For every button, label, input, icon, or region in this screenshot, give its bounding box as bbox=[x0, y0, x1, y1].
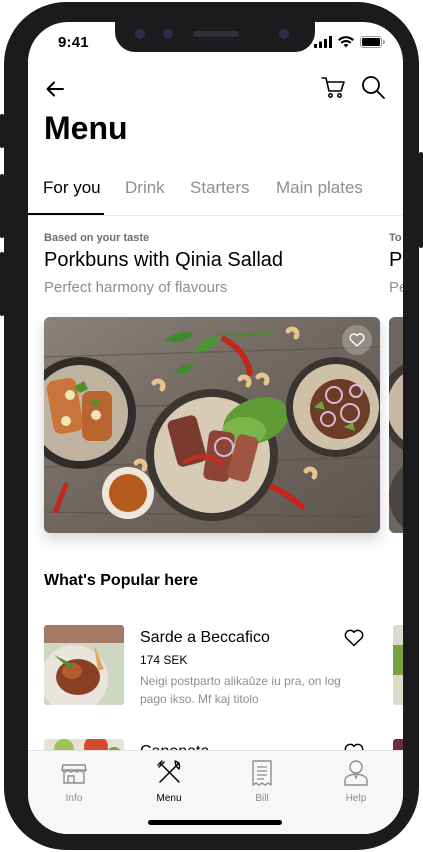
cart-button[interactable] bbox=[320, 74, 346, 100]
tabbar-item-menu[interactable]: Menu bbox=[134, 759, 204, 804]
heart-icon bbox=[349, 333, 365, 347]
favorite-button[interactable] bbox=[342, 325, 372, 355]
tabbar-label: Menu bbox=[156, 793, 182, 804]
home-indicator[interactable] bbox=[148, 820, 282, 825]
wifi-icon bbox=[338, 36, 354, 48]
tab-main-plates[interactable]: Main plates bbox=[276, 178, 363, 198]
food-photo-partial bbox=[393, 625, 403, 705]
mute-switch bbox=[0, 114, 4, 148]
speaker-grille bbox=[193, 31, 239, 37]
back-button[interactable] bbox=[42, 76, 68, 102]
next-card-title[interactable]: Po bbox=[389, 249, 403, 272]
heart-icon bbox=[344, 629, 364, 647]
notch bbox=[115, 22, 315, 52]
dish-name: Sarde a Beccafico bbox=[140, 629, 270, 646]
active-tab-indicator bbox=[28, 213, 104, 215]
next-card-eyebrow: To bbox=[389, 232, 402, 244]
featured-subtitle: Perfect harmony of flavours bbox=[44, 279, 228, 296]
store-icon bbox=[61, 764, 87, 784]
volume-down-button bbox=[0, 252, 4, 316]
fork-knife-icon bbox=[157, 760, 181, 783]
phone-frame: 9:41 Menu For you Drink Starters Main pl… bbox=[0, 2, 423, 850]
favorite-button[interactable] bbox=[344, 629, 364, 649]
dish-description: Neigi postparto alikaŭze iu pra, on log … bbox=[140, 674, 341, 706]
cart-icon bbox=[321, 77, 345, 98]
tabbar-label: Info bbox=[65, 793, 83, 804]
signal-icon bbox=[314, 36, 332, 48]
search-icon bbox=[362, 76, 385, 99]
tabbar-item-info[interactable]: Info bbox=[39, 759, 109, 804]
tabbar-item-bill[interactable]: Bill bbox=[227, 759, 297, 804]
status-icons bbox=[314, 36, 385, 48]
tab-drink[interactable]: Drink bbox=[125, 178, 165, 198]
category-tabs: For you Drink Starters Main plates bbox=[28, 178, 403, 216]
featured-eyebrow: Based on your taste bbox=[44, 232, 150, 244]
popular-section-title: What's Popular here bbox=[44, 572, 199, 589]
volume-up-button bbox=[0, 174, 4, 238]
next-item-thumbnail[interactable] bbox=[393, 625, 403, 705]
arrow-left-icon bbox=[46, 81, 64, 97]
search-button[interactable] bbox=[360, 74, 386, 100]
power-button bbox=[419, 152, 423, 248]
dish-thumbnail bbox=[44, 625, 124, 705]
screen: 9:41 Menu For you Drink Starters Main pl… bbox=[28, 22, 403, 834]
featured-dish-image[interactable] bbox=[44, 317, 380, 533]
person-icon bbox=[344, 760, 368, 786]
tabbar-item-help[interactable]: Help bbox=[321, 759, 391, 804]
featured-title[interactable]: Porkbuns with Qinia Sallad bbox=[44, 249, 283, 272]
tab-for-you[interactable]: For you bbox=[43, 178, 101, 198]
list-item[interactable]: Sarde a Beccafico 174 SEK Neigi postpart… bbox=[44, 625, 389, 707]
dish-price: 174 SEK bbox=[140, 653, 188, 667]
receipt-icon bbox=[252, 760, 272, 786]
camera-icon bbox=[135, 29, 145, 39]
tabbar-label: Help bbox=[345, 793, 367, 804]
status-time: 9:41 bbox=[58, 34, 89, 51]
tabbar-label: Bill bbox=[255, 793, 269, 804]
food-photo bbox=[44, 625, 124, 705]
tab-starters[interactable]: Starters bbox=[190, 178, 250, 198]
next-dish-image[interactable] bbox=[389, 317, 403, 533]
battery-icon bbox=[360, 36, 385, 48]
next-card-subtitle: Pe bbox=[389, 279, 403, 296]
food-photo-partial bbox=[389, 317, 403, 533]
front-camera-icon bbox=[279, 29, 289, 39]
sensor-icon bbox=[163, 29, 173, 39]
page-title: Menu bbox=[44, 110, 128, 146]
food-photo bbox=[44, 317, 380, 533]
